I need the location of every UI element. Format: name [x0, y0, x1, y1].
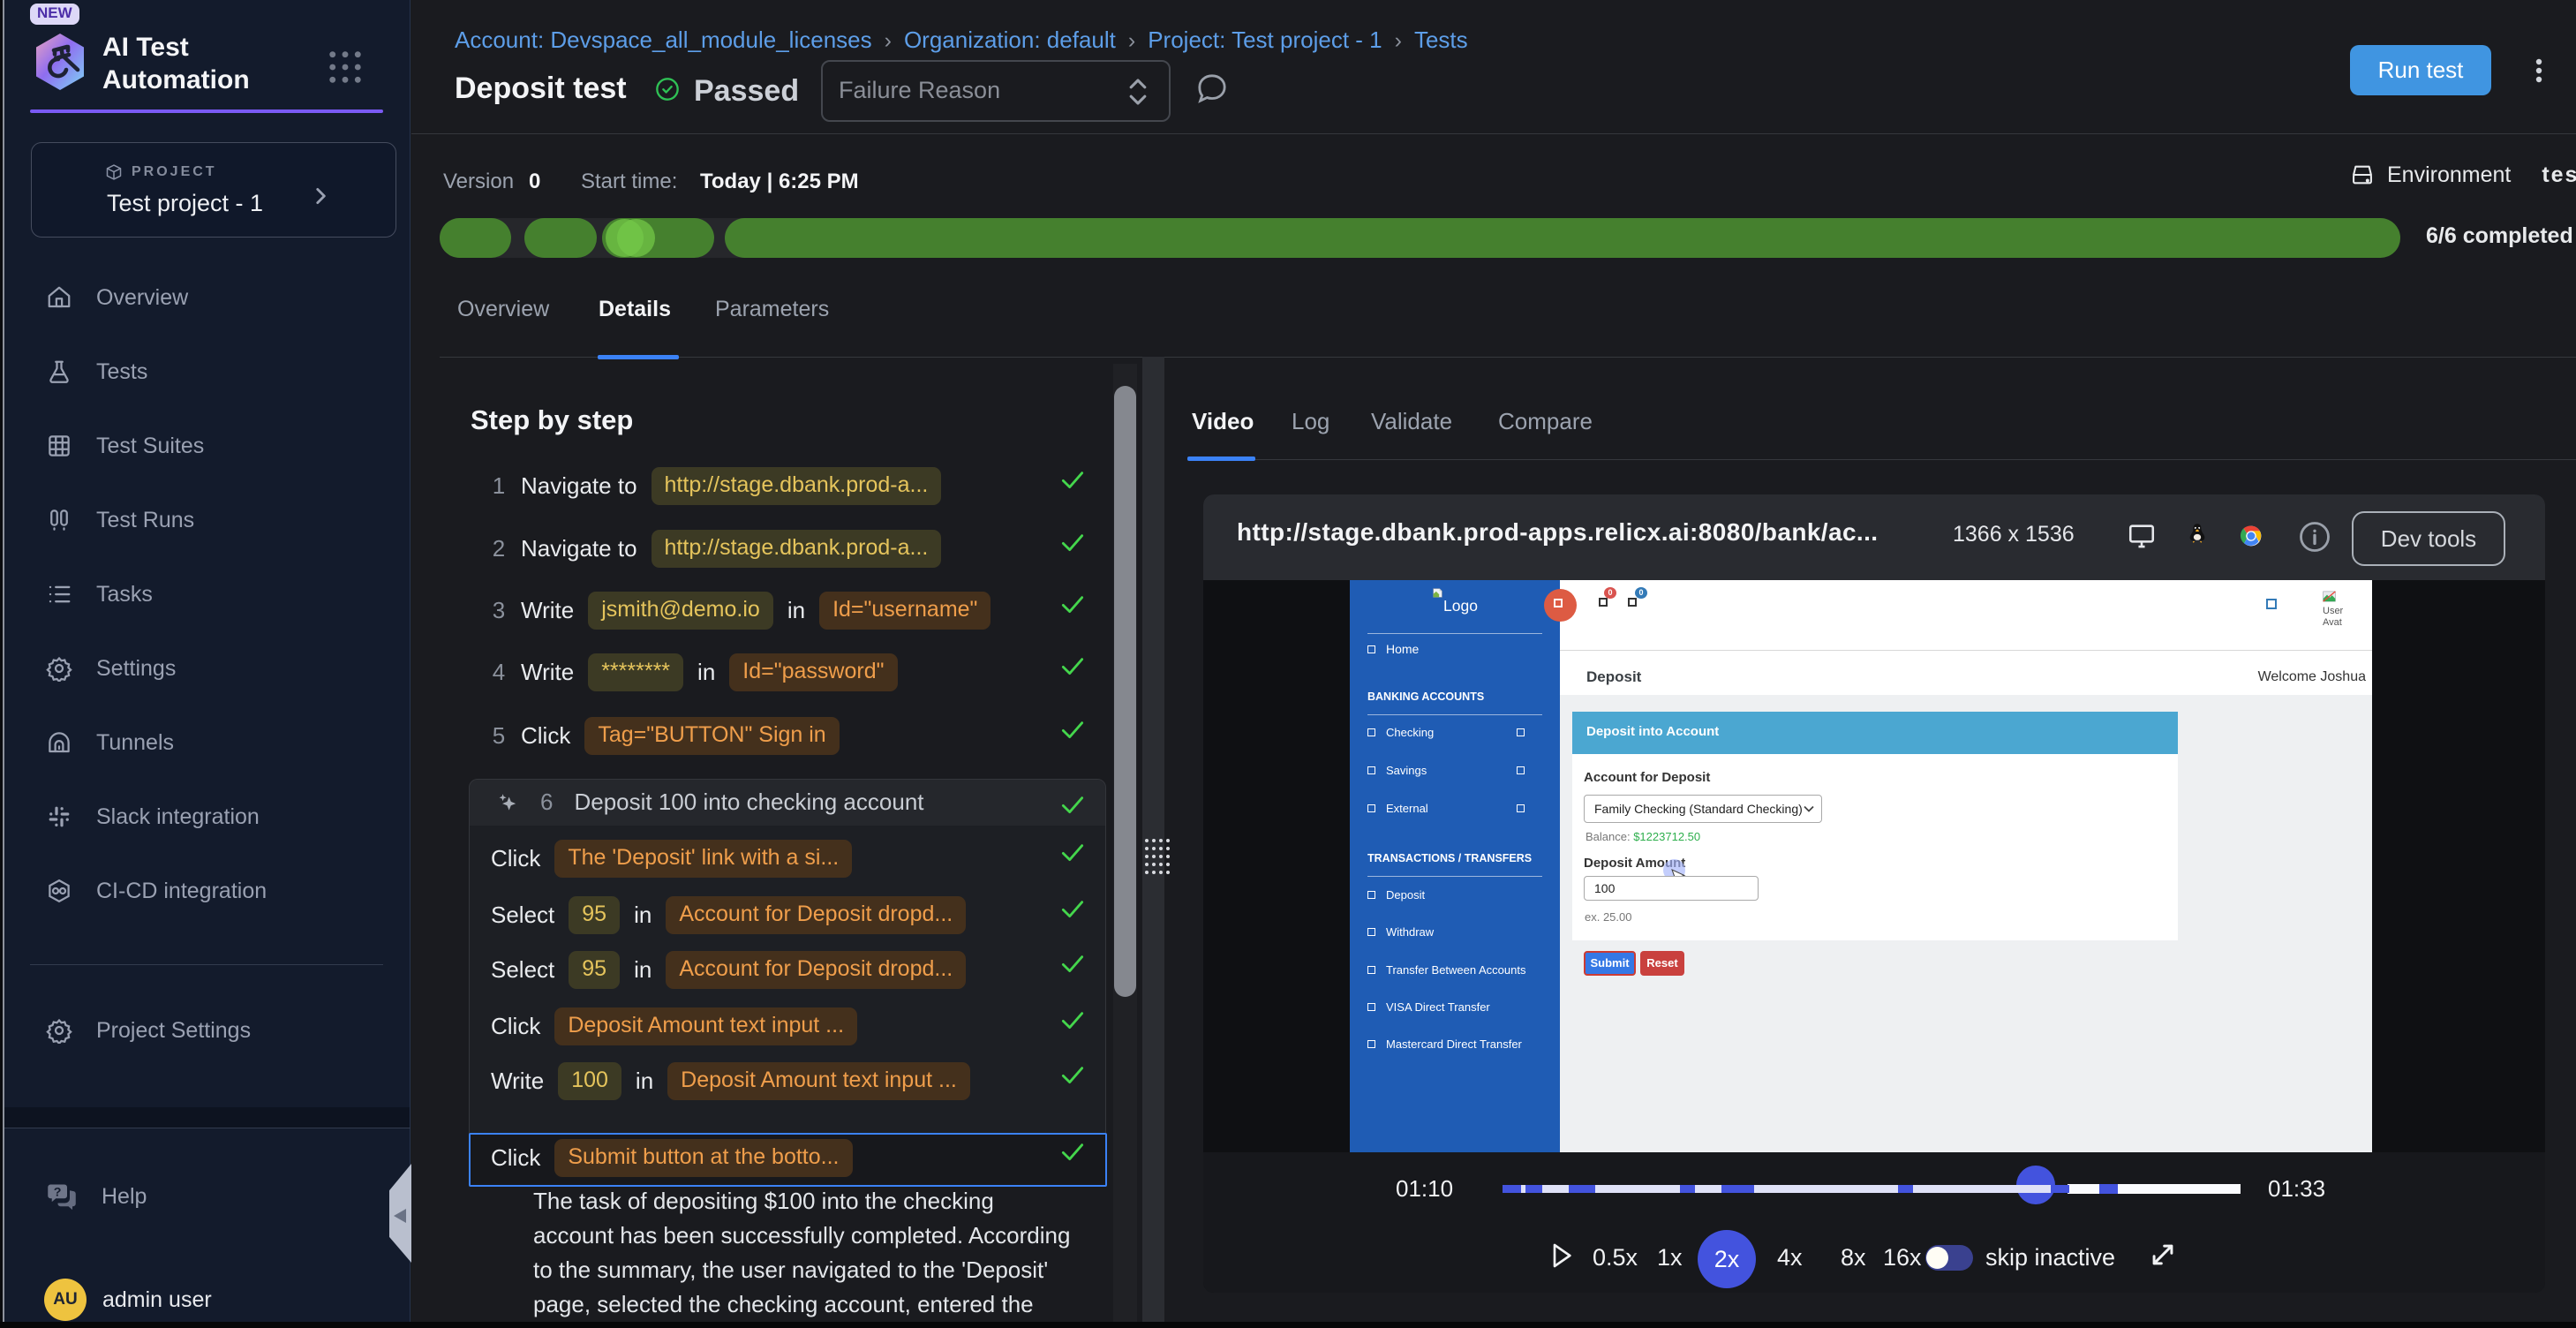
svg-text:?: ?	[54, 1185, 62, 1199]
